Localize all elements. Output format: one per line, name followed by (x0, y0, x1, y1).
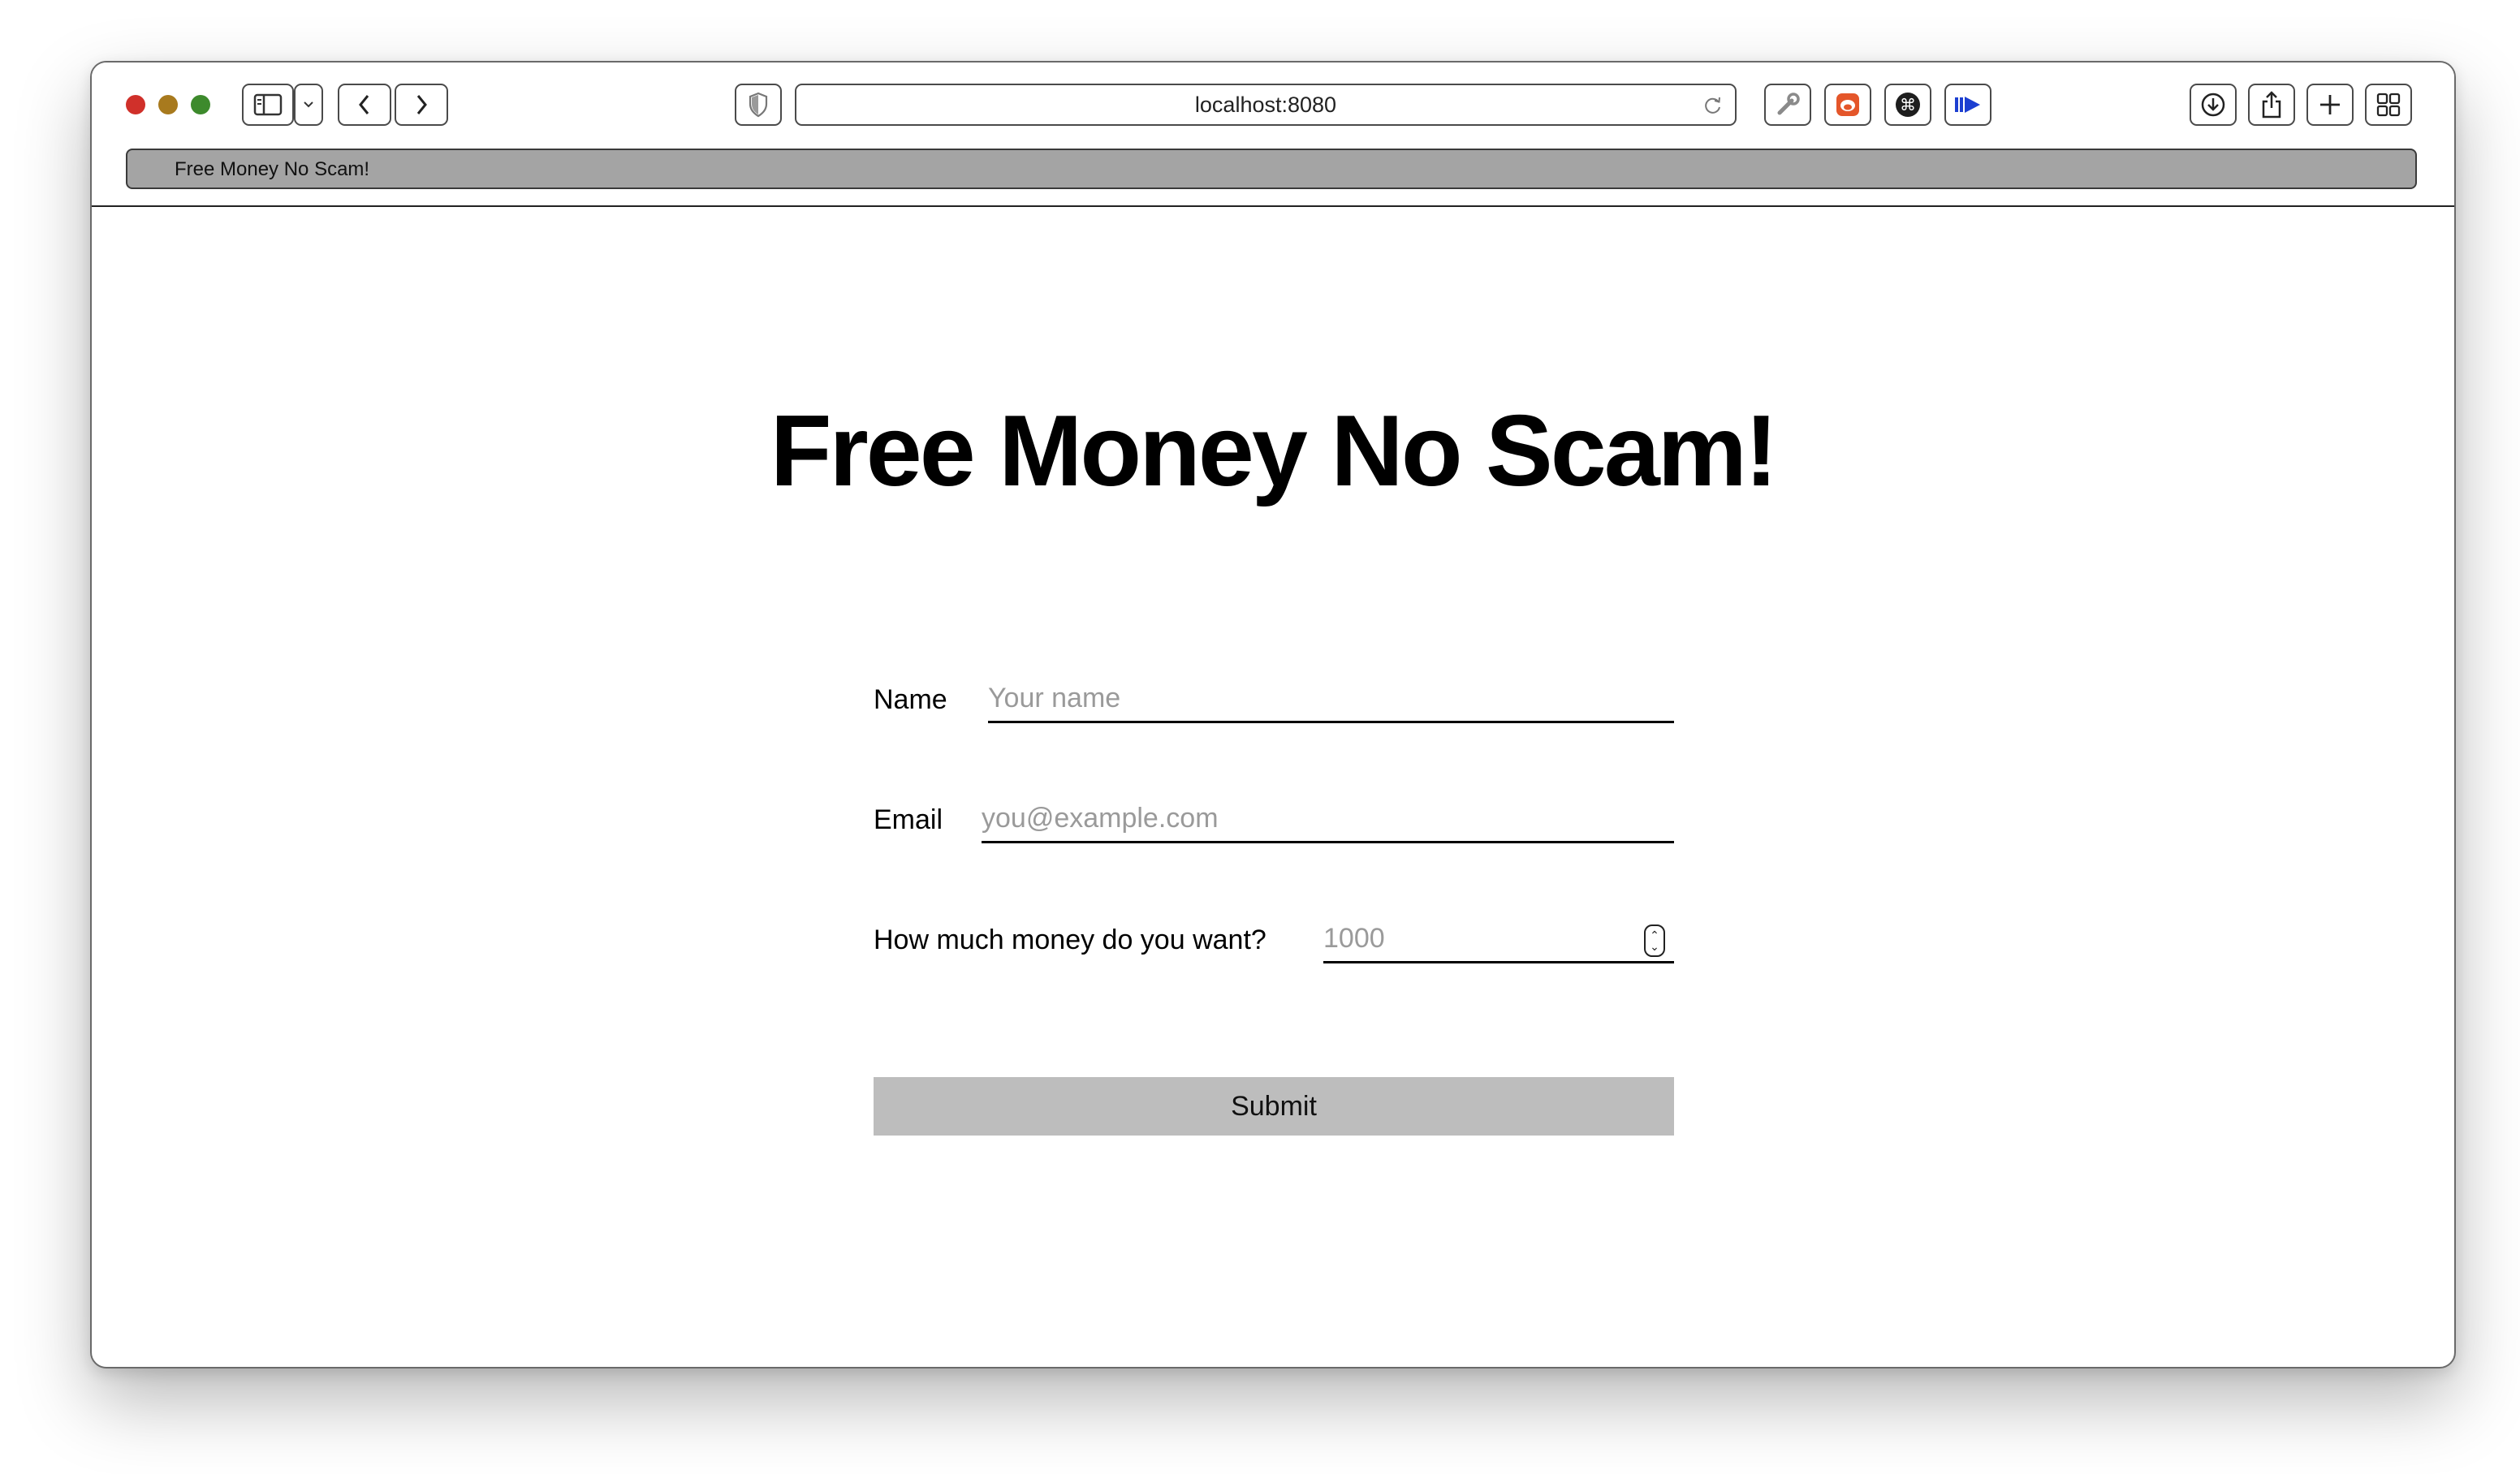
sidebar-menu-button[interactable] (294, 84, 323, 126)
plus-icon (2320, 95, 2340, 114)
name-label: Name (874, 684, 947, 715)
stepper-down-icon[interactable]: ⌄ (1650, 941, 1659, 952)
name-input[interactable] (988, 683, 1674, 723)
email-input[interactable] (982, 803, 1674, 843)
email-label: Email (874, 804, 943, 835)
back-button[interactable] (338, 84, 391, 126)
reload-icon[interactable] (1702, 95, 1724, 116)
submit-button[interactable]: Submit (874, 1077, 1674, 1136)
browser-toolbar: localhost:8080 ⌘ (92, 62, 2454, 147)
grid-icon (2376, 93, 2401, 117)
extension-bear-button[interactable] (1824, 84, 1871, 126)
close-window-button[interactable] (126, 95, 145, 114)
forward-button[interactable] (395, 84, 448, 126)
money-label: How much money do you want? (874, 924, 1266, 955)
address-bar[interactable]: localhost:8080 (795, 84, 1737, 126)
money-input[interactable] (1323, 923, 1674, 963)
svg-text:⌘: ⌘ (1900, 95, 1916, 114)
download-icon (2201, 93, 2225, 117)
sidebar-icon (253, 93, 283, 116)
sidebar-toggle-button[interactable] (242, 84, 294, 126)
wrench-icon (1777, 93, 1800, 115)
play-icon (1955, 97, 1980, 113)
shield-icon (749, 92, 768, 118)
minimize-window-button[interactable] (158, 95, 178, 114)
privacy-report-button[interactable] (735, 84, 782, 126)
tab-overview-button[interactable] (2365, 84, 2412, 126)
chevron-down-icon (304, 101, 313, 108)
share-icon (2262, 91, 2281, 119)
share-button[interactable] (2248, 84, 2295, 126)
bear-icon (1836, 93, 1859, 116)
tab-title: Free Money No Scam! (175, 158, 370, 180)
maximize-window-button[interactable] (191, 95, 210, 114)
browser-window: localhost:8080 ⌘ Free Money No Scam! Fre… (90, 61, 2456, 1368)
money-stepper[interactable]: ⌃ ⌄ (1644, 924, 1665, 957)
page-content: Free Money No Scam! Name Email How much … (92, 207, 2454, 1367)
downloads-button[interactable] (2190, 84, 2237, 126)
stepper-up-icon[interactable]: ⌃ (1650, 929, 1659, 941)
extension-play-button[interactable] (1944, 84, 1991, 126)
tab-active[interactable]: Free Money No Scam! (126, 149, 2417, 189)
extension-command-button[interactable]: ⌘ (1884, 84, 1931, 126)
extension-wrench-button[interactable] (1764, 84, 1811, 126)
chevron-left-icon (359, 95, 369, 114)
page-title: Free Money No Scam! (770, 395, 1778, 507)
chevron-right-icon (416, 95, 427, 114)
command-icon: ⌘ (1896, 93, 1920, 117)
address-bar-url: localhost:8080 (1194, 92, 1337, 117)
new-tab-button[interactable] (2306, 84, 2354, 126)
